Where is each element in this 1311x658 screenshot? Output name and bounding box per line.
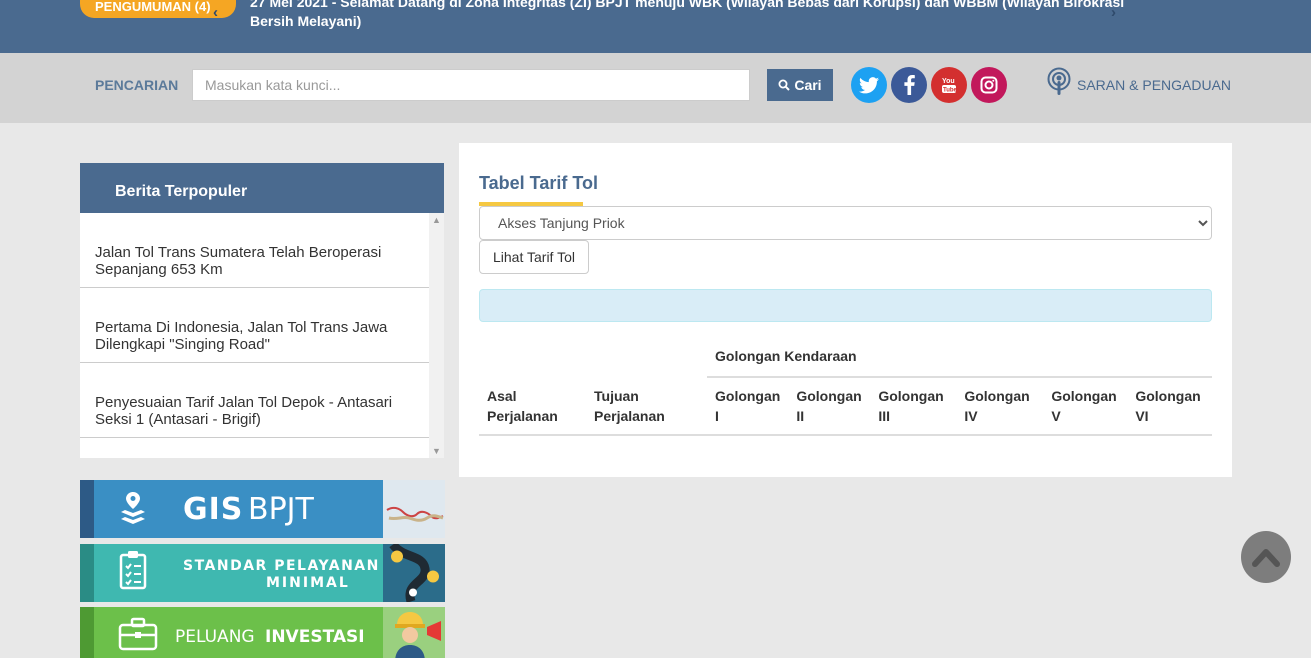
instagram-link[interactable] — [971, 67, 1007, 103]
lihat-tarif-button[interactable]: Lihat Tarif Tol — [479, 240, 589, 274]
header-tujuan: Tujuan Perjalanan — [586, 333, 707, 436]
youtube-link[interactable]: You Tube — [931, 67, 967, 103]
banner-gis-word2: BPJT — [248, 492, 314, 527]
chevron-up-icon — [1252, 549, 1280, 567]
search-label: PENCARIAN — [95, 77, 179, 93]
list-item[interactable]: Penyesuaian Tarif Jalan Tol Depok - Anta… — [80, 363, 429, 438]
header-golongan-kendaraan: Golongan Kendaraan — [707, 333, 1212, 378]
standar-pelayanan-minimal-banner[interactable]: STANDAR PELAYANAN MINIMAL — [80, 544, 445, 602]
banner-investasi-word2: INVESTASI — [265, 627, 365, 647]
header-golongan-1: Golongan I — [707, 377, 789, 436]
popular-news-list[interactable]: Jalan Tol Trans Sumatera Telah Beroperas… — [80, 213, 429, 458]
banner-stripe — [80, 544, 94, 602]
back-to-top-button[interactable] — [1241, 531, 1291, 583]
podcast-icon — [1047, 67, 1071, 95]
facebook-link[interactable] — [891, 67, 927, 103]
youtube-icon: You Tube — [942, 78, 957, 94]
construction-worker-graphic — [383, 607, 445, 658]
gis-bpjt-banner[interactable]: GIS BPJT — [80, 480, 445, 538]
map-pin-stack-icon — [121, 492, 145, 524]
header-golongan-6: Golongan VI — [1127, 377, 1212, 436]
announcement-text[interactable]: 27 Mei 2021 - Selamat Datang di Zona Int… — [250, 0, 1130, 31]
route-select[interactable]: Akses Tanjung Priok — [479, 206, 1212, 240]
indonesia-map-graphic — [383, 480, 445, 538]
list-item[interactable]: Jalan Tol Trans Sumatera Telah Beroperas… — [80, 213, 429, 288]
svg-text:Tube: Tube — [943, 88, 957, 94]
search-button-label: Cari — [794, 77, 822, 93]
header-golongan-2: Golongan II — [788, 377, 871, 436]
svg-text:You: You — [942, 78, 955, 85]
info-box — [479, 289, 1212, 322]
briefcase-icon — [118, 617, 158, 651]
checklist-icon — [119, 551, 147, 590]
header-golongan-3: Golongan III — [870, 377, 957, 436]
banner-spm-line2: MINIMAL — [266, 575, 350, 591]
facebook-icon — [903, 75, 915, 95]
banner-stripe — [80, 480, 94, 538]
header-golongan-5: Golongan V — [1043, 377, 1128, 436]
popular-news-title: Berita Terpopuler — [80, 163, 444, 213]
header-asal: Asal Perjalanan — [479, 333, 586, 436]
search-button[interactable]: Cari — [767, 69, 833, 101]
header-golongan-4: Golongan IV — [956, 377, 1044, 436]
chevron-right-icon[interactable]: › — [1111, 4, 1116, 21]
tarif-table: Asal Perjalanan Tujuan Perjalanan Golong… — [479, 333, 1212, 436]
scrollbar[interactable]: ▲ ▼ — [429, 213, 444, 458]
search-bar: PENCARIAN Cari You Tube SARAN & PENGADUAN — [0, 53, 1311, 123]
popular-news-widget: Berita Terpopuler Jalan Tol Trans Sumate… — [80, 163, 444, 458]
announcement-bar: PENGUMUMAN (4) ‹ 27 Mei 2021 - Selamat D… — [0, 0, 1311, 53]
tarif-panel: Tabel Tarif Tol Akses Tanjung Priok Liha… — [459, 143, 1232, 477]
twitter-icon — [859, 76, 879, 93]
scroll-up-icon[interactable]: ▲ — [432, 215, 441, 225]
banner-stripe — [80, 607, 94, 658]
banner-gis-word1: GIS — [183, 492, 244, 527]
list-item[interactable]: Pertama Di Indonesia, Jalan Tol Trans Ja… — [80, 288, 429, 363]
banner-investasi-word1: PELUANG — [175, 627, 255, 647]
chevron-left-icon[interactable]: ‹ — [213, 4, 218, 21]
instagram-icon — [980, 76, 998, 94]
saran-pengaduan-link[interactable]: SARAN & PENGADUAN — [1047, 67, 1231, 97]
banner-spm-line1: STANDAR PELAYANAN — [183, 558, 380, 574]
scroll-down-icon[interactable]: ▼ — [432, 446, 441, 456]
twitter-link[interactable] — [851, 67, 887, 103]
peluang-investasi-banner[interactable]: PELUANG INVESTASI — [80, 607, 445, 658]
road-map-graphic — [383, 544, 445, 602]
tarif-title: Tabel Tarif Tol — [479, 173, 599, 193]
search-icon — [778, 79, 791, 91]
search-input[interactable] — [192, 69, 750, 101]
saran-pengaduan-label: SARAN & PENGADUAN — [1077, 77, 1232, 93]
